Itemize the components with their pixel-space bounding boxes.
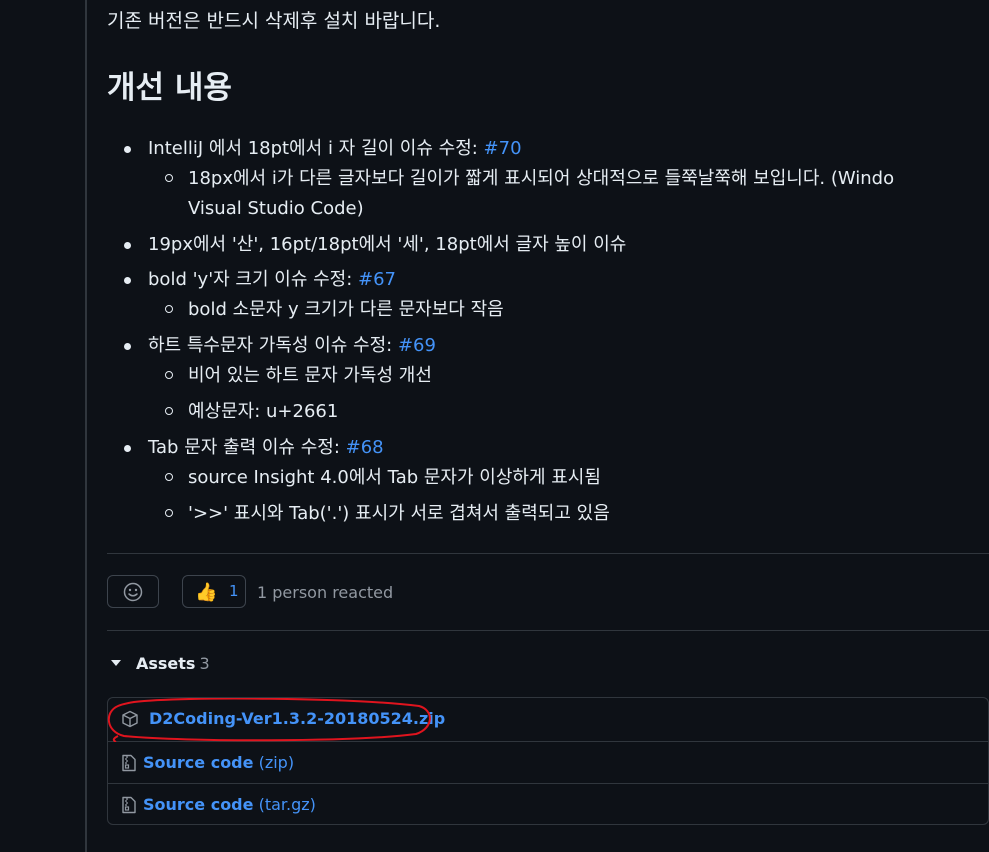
sub-list: 비어 있는 하트 문자 가독성 개선 예상문자: u+2661: [148, 361, 989, 427]
list-item-text: 19px에서 '산', 16pt/18pt에서 '세', 18pt에서 글자 높…: [148, 234, 627, 255]
triangle-down-icon: [111, 659, 121, 666]
sub-list: 18px에서 i가 다른 글자보다 길이가 짧게 표시되어 상대적으로 들쭉날쭉…: [148, 164, 989, 224]
timeline-line: [85, 0, 87, 852]
smiley-icon: [123, 582, 143, 602]
asset-row: Source code (zip): [108, 741, 988, 784]
list-item: bold 'y'자 크기 이슈 수정: #67 bold 소문자 y 크기가 다…: [107, 265, 989, 325]
package-icon: [121, 710, 138, 728]
source-code-targz-link[interactable]: Source code (tar.gz): [143, 795, 316, 814]
issue-link[interactable]: #68: [346, 437, 384, 458]
asset-download-link[interactable]: D2Coding-Ver1.3.2-20180524.zip: [149, 709, 445, 728]
section-heading: 개선 내용: [107, 70, 232, 106]
divider: [107, 553, 989, 554]
assets-count: 3: [199, 654, 210, 673]
sub-list-item: bold 소문자 y 크기가 다른 문자보다 작음: [107, 295, 989, 325]
list-item: Tab 문자 출력 이슈 수정: #68 source Insight 4.0에…: [107, 433, 989, 529]
assets-title: Assets: [136, 654, 196, 673]
issue-link[interactable]: #69: [398, 335, 436, 356]
asset-row: Source code (tar.gz): [108, 783, 988, 826]
assets-list: D2Coding-Ver1.3.2-20180524.zip Source co…: [107, 697, 989, 825]
list-item: 19px에서 '산', 16pt/18pt에서 '세', 18pt에서 글자 높…: [107, 230, 989, 260]
list-item-text: 하트 특수문자 가독성 이슈 수정:: [148, 335, 398, 356]
thumbs-up-emoji: 👍: [195, 582, 218, 603]
assets-toggle[interactable]: Assets 3: [111, 654, 210, 673]
list-item-text: bold 'y'자 크기 이슈 수정:: [148, 269, 359, 290]
list-item: IntelliJ 에서 18pt에서 i 자 길이 이슈 수정: #70 18p…: [107, 134, 989, 224]
sub-item-line-2: Visual Studio Code): [188, 198, 364, 219]
issue-link[interactable]: #70: [484, 138, 522, 159]
reaction-summary: 1 person reacted: [257, 583, 394, 602]
format-label: (zip): [253, 753, 295, 772]
source-code-label: Source code: [143, 753, 254, 772]
file-zip-icon: [121, 754, 137, 772]
sub-list-item: source Insight 4.0에서 Tab 문자가 이상하게 표시됨: [107, 463, 989, 493]
reaction-count: 1: [229, 582, 239, 600]
sub-list-item: '>>' 표시와 Tab('.') 표시가 서로 겹쳐서 출력되고 있음: [107, 499, 989, 529]
format-label: (tar.gz): [253, 795, 316, 814]
divider: [107, 630, 989, 631]
asset-row: D2Coding-Ver1.3.2-20180524.zip: [108, 698, 988, 740]
add-reaction-button[interactable]: [107, 575, 159, 608]
thumbs-up-reaction-button[interactable]: 👍 1: [182, 575, 246, 608]
sub-list-item: 예상문자: u+2661: [107, 397, 989, 427]
list-item-text: IntelliJ 에서 18pt에서 i 자 길이 이슈 수정:: [148, 138, 484, 159]
sub-list: bold 소문자 y 크기가 다른 문자보다 작음: [148, 295, 989, 325]
source-code-label: Source code: [143, 795, 254, 814]
source-code-zip-link[interactable]: Source code (zip): [143, 753, 294, 772]
list-item: 하트 특수문자 가독성 이슈 수정: #69 비어 있는 하트 문자 가독성 개…: [107, 331, 989, 427]
file-zip-icon: [121, 796, 137, 814]
sub-list-item: 비어 있는 하트 문자 가독성 개선: [107, 361, 989, 391]
changes-list: IntelliJ 에서 18pt에서 i 자 길이 이슈 수정: #70 18p…: [107, 134, 989, 535]
sub-list: source Insight 4.0에서 Tab 문자가 이상하게 표시됨 '>…: [148, 463, 989, 529]
intro-text: 기존 버전은 반드시 삭제후 설치 바랍니다.: [107, 10, 441, 32]
sub-list-item: 18px에서 i가 다른 글자보다 길이가 짧게 표시되어 상대적으로 들쭉날쭉…: [107, 164, 989, 224]
sub-item-line-1: 18px에서 i가 다른 글자보다 길이가 짧게 표시되어 상대적으로 들쭉날쭉…: [188, 168, 895, 189]
list-item-text: Tab 문자 출력 이슈 수정:: [148, 437, 346, 458]
issue-link[interactable]: #67: [358, 269, 396, 290]
